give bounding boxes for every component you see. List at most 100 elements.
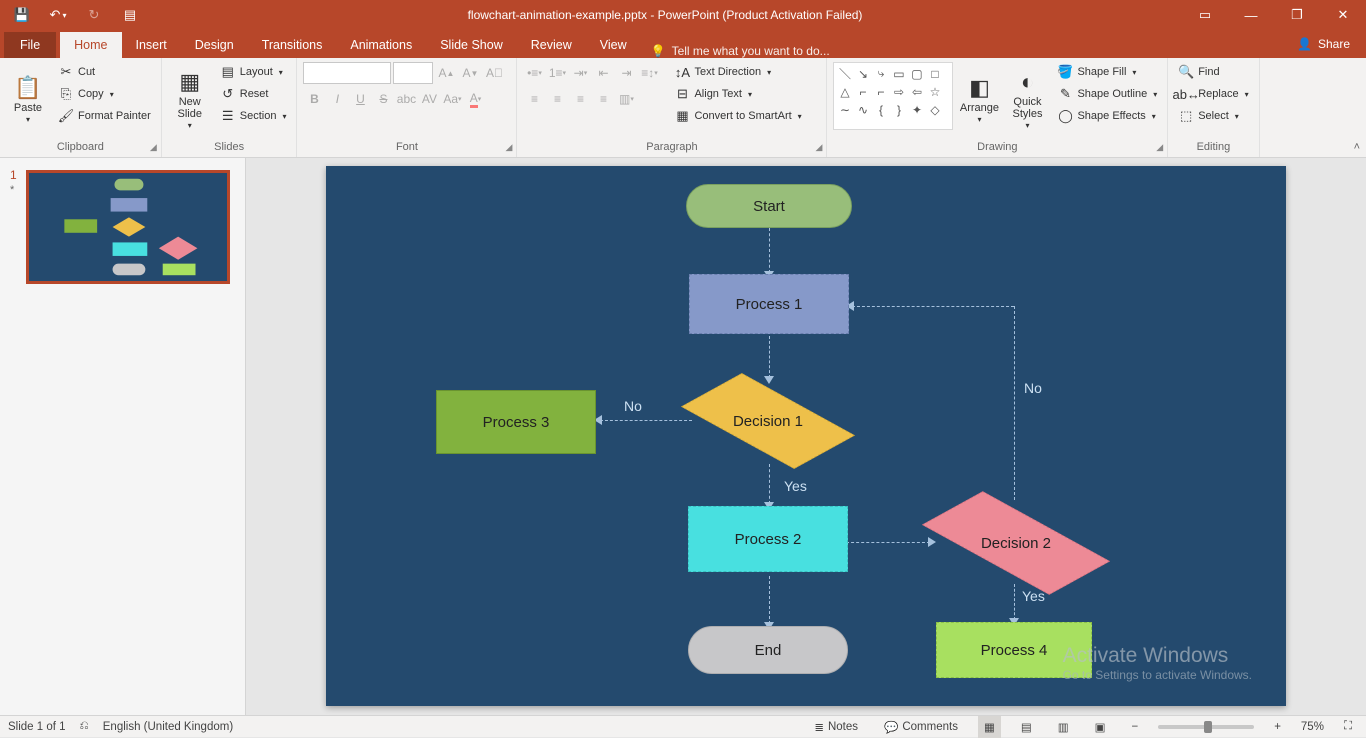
list-level-button[interactable]: ⇥▾ [569, 62, 591, 84]
tab-view[interactable]: View [586, 32, 641, 58]
italic-button[interactable]: I [326, 88, 348, 110]
arrange-button[interactable]: ◧Arrange▾ [957, 62, 1001, 139]
drawing-dialog-launcher[interactable]: ◢ [1156, 142, 1163, 153]
underline-button[interactable]: U [349, 88, 371, 110]
shape-l2-icon[interactable]: ⌐ [872, 83, 889, 100]
share-button[interactable]: 👤 Share [1285, 30, 1362, 58]
flowchart-process-1[interactable]: Process 1 [689, 274, 849, 334]
normal-view-button[interactable]: ▦ [978, 716, 1001, 738]
undo-button[interactable]: ↶▾ [40, 0, 76, 30]
flowchart-decision-1[interactable]: Decision 1 [688, 378, 848, 464]
zoom-slider[interactable] [1158, 725, 1254, 729]
zoom-level[interactable]: 75% [1301, 721, 1324, 733]
flowchart-process-2[interactable]: Process 2 [688, 506, 848, 572]
redo-button[interactable]: ↻ [76, 0, 112, 30]
clear-formatting-button[interactable]: A⃠ [483, 62, 505, 84]
flowchart-decision-2[interactable]: Decision 2 [926, 500, 1106, 586]
font-size-input[interactable] [393, 62, 433, 84]
close-button[interactable]: ✕ [1320, 0, 1366, 30]
reading-view-button[interactable]: ▥ [1052, 716, 1075, 738]
numbering-button[interactable]: 1≡▾ [546, 62, 568, 84]
shape-line-icon[interactable]: ＼ [836, 65, 853, 82]
shape-callout-icon[interactable]: ◇ [926, 101, 943, 118]
shape-brace2-icon[interactable]: } [890, 101, 907, 118]
notes-button[interactable]: ≣Notes [808, 716, 864, 738]
align-left-button[interactable]: ≡ [523, 88, 545, 110]
flowchart-end[interactable]: End [688, 626, 848, 674]
shape-curve-icon[interactable]: ∼ [836, 101, 853, 118]
shape-triangle-icon[interactable]: △ [836, 83, 853, 100]
align-center-button[interactable]: ≡ [546, 88, 568, 110]
slide-canvas[interactable]: No Yes No Yes Start Process 1 Decision 1… [326, 166, 1286, 706]
find-button[interactable]: 🔍Find [1174, 62, 1252, 82]
shape-star2-icon[interactable]: ✦ [908, 101, 925, 118]
section-button[interactable]: ☰Section▾ [216, 106, 291, 126]
maximize-button[interactable]: ❐ [1274, 0, 1320, 30]
strike-button[interactable]: S [372, 88, 394, 110]
shape-outline-button[interactable]: ✎Shape Outline▾ [1053, 84, 1161, 104]
shape-star-icon[interactable]: ☆ [926, 83, 943, 100]
font-dialog-launcher[interactable]: ◢ [506, 142, 513, 153]
clipboard-dialog-launcher[interactable]: ◢ [150, 142, 157, 153]
bold-button[interactable]: B [303, 88, 325, 110]
tab-transitions[interactable]: Transitions [248, 32, 337, 58]
cut-button[interactable]: ✂Cut [54, 62, 155, 82]
shape-square-icon[interactable]: □ [926, 65, 943, 82]
slide-thumbnail-1[interactable] [26, 170, 230, 284]
select-button[interactable]: ⬚Select▾ [1174, 106, 1252, 126]
shape-connector-icon[interactable]: ⤷ [872, 65, 889, 82]
flowchart-process-4[interactable]: Process 4 [936, 622, 1092, 678]
columns-button[interactable]: ▥▾ [615, 88, 637, 110]
shape-fill-button[interactable]: 🪣Shape Fill▾ [1053, 62, 1161, 82]
tab-review[interactable]: Review [517, 32, 586, 58]
line-spacing-button[interactable]: ≡↕▾ [638, 62, 660, 84]
zoom-out-button[interactable]: − [1125, 716, 1144, 738]
reset-button[interactable]: ↺Reset [216, 84, 291, 104]
decrease-indent-button[interactable]: ⇤ [592, 62, 614, 84]
spell-check-icon[interactable]: ⎌ [80, 720, 89, 733]
tab-file[interactable]: File [4, 32, 56, 58]
new-slide-button[interactable]: ▦ New Slide ▾ [168, 62, 212, 139]
shape-arrow2-icon[interactable]: ⇨ [890, 83, 907, 100]
minimize-button[interactable]: — [1228, 0, 1274, 30]
font-name-input[interactable] [303, 62, 391, 84]
tab-insert[interactable]: Insert [122, 32, 181, 58]
shape-roundrect-icon[interactable]: ▢ [908, 65, 925, 82]
tell-me-search[interactable]: 💡 Tell me what you want to do... [641, 44, 840, 58]
fit-to-window-button[interactable]: ⛶ [1338, 716, 1358, 738]
char-spacing-button[interactable]: AV [418, 88, 440, 110]
zoom-in-button[interactable]: + [1268, 716, 1287, 738]
justify-button[interactable]: ≡ [592, 88, 614, 110]
start-from-beginning-button[interactable]: ▤ [112, 0, 148, 30]
convert-smartart-button[interactable]: ▦Convert to SmartArt▾ [670, 106, 805, 126]
quick-styles-button[interactable]: ◐Quick Styles▾ [1005, 62, 1049, 139]
tab-slideshow[interactable]: Slide Show [426, 32, 517, 58]
tab-home[interactable]: Home [60, 32, 121, 58]
shadow-button[interactable]: abc [395, 88, 417, 110]
paragraph-dialog-launcher[interactable]: ◢ [816, 142, 823, 153]
shape-effects-button[interactable]: ◯Shape Effects▾ [1053, 106, 1161, 126]
shape-rect-icon[interactable]: ▭ [890, 65, 907, 82]
tab-design[interactable]: Design [181, 32, 248, 58]
replace-button[interactable]: ab↔Replace▾ [1174, 84, 1252, 104]
decrease-font-button[interactable]: A▼ [459, 62, 481, 84]
shape-arrow-icon[interactable]: ↘ [854, 65, 871, 82]
shape-l-icon[interactable]: ⌐ [854, 83, 871, 100]
shape-brace-icon[interactable]: { [872, 101, 889, 118]
slideshow-view-button[interactable]: ▣ [1089, 716, 1112, 738]
comments-button[interactable]: 💬Comments [878, 716, 964, 738]
save-button[interactable]: 💾 [4, 0, 40, 30]
paste-button[interactable]: 📋 Paste ▾ [6, 62, 50, 139]
slide-sorter-button[interactable]: ▤ [1015, 716, 1038, 738]
change-case-button[interactable]: Aa▾ [441, 88, 463, 110]
language-indicator[interactable]: English (United Kingdom) [103, 721, 233, 733]
shape-curve2-icon[interactable]: ∿ [854, 101, 871, 118]
layout-button[interactable]: ▤Layout▾ [216, 62, 291, 82]
text-direction-button[interactable]: ↕AText Direction▾ [670, 62, 805, 82]
collapse-ribbon-button[interactable]: ˄ [1354, 141, 1360, 153]
bullets-button[interactable]: •≡▾ [523, 62, 545, 84]
increase-indent-button[interactable]: ⇥ [615, 62, 637, 84]
shapes-gallery[interactable]: ＼ ↘ ⤷ ▭ ▢ □ △ ⌐ ⌐ ⇨ ⇦ ☆ ∼ ∿ { } ✦ ◇ [833, 62, 953, 130]
format-painter-button[interactable]: 🖌Format Painter [54, 106, 155, 126]
align-right-button[interactable]: ≡ [569, 88, 591, 110]
